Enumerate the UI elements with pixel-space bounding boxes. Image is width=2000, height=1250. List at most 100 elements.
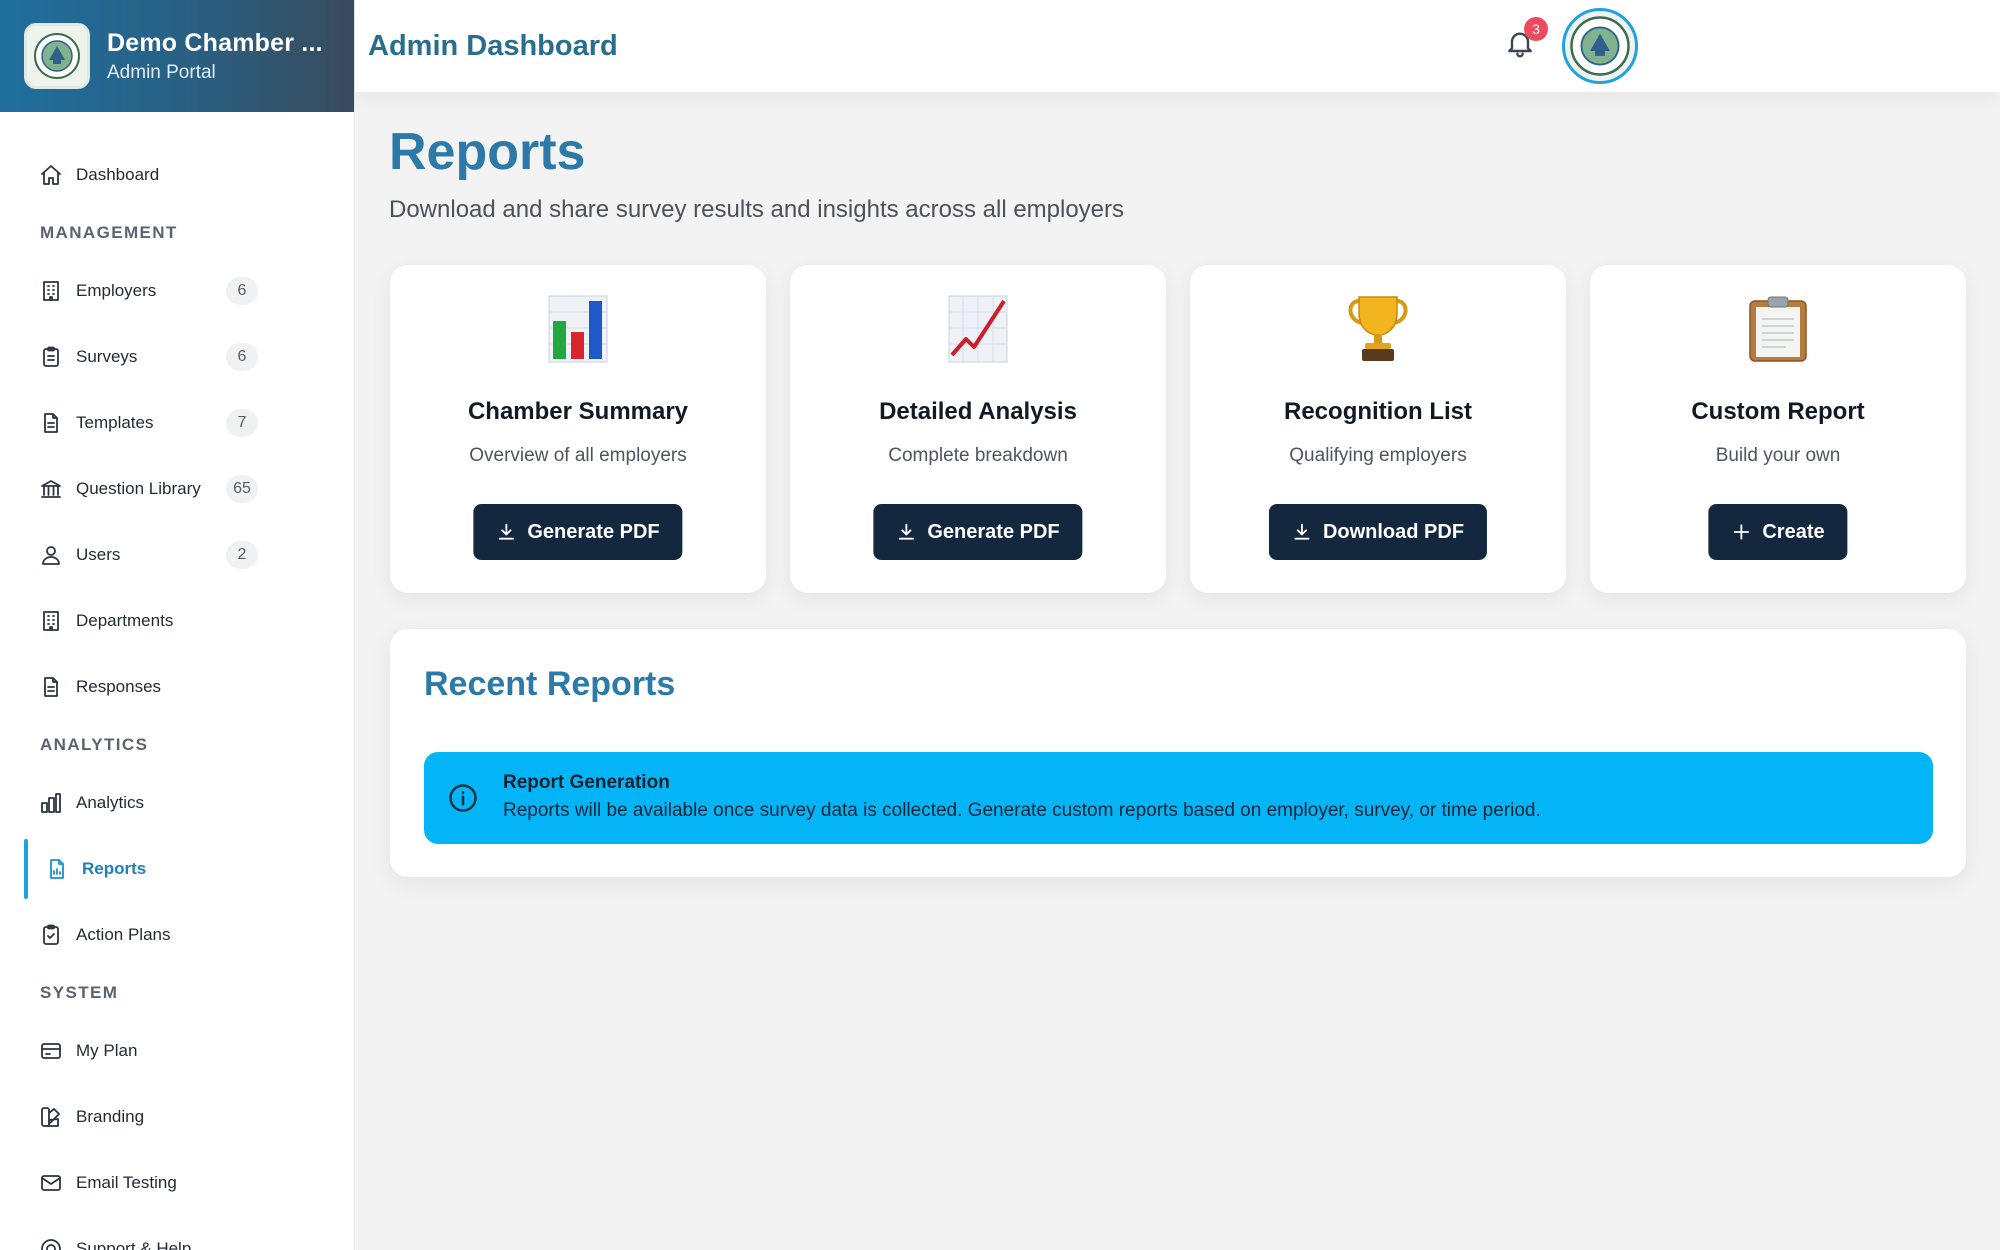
chamber-logo (24, 23, 90, 89)
report-icon (44, 856, 70, 882)
info-icon (448, 783, 478, 813)
mail-icon (38, 1170, 64, 1196)
recent-reports-title: Recent Reports (424, 665, 676, 703)
report-card-recognition-list: Recognition List Qualifying employers Do… (1190, 265, 1566, 593)
download-icon (498, 523, 514, 540)
report-card-custom-report: Custom Report Build your own Create (1590, 265, 1966, 593)
sidebar-item-label: Reports (82, 859, 147, 878)
card-title: Chamber Summary (467, 398, 689, 425)
bar-chart-emoji-icon (390, 295, 766, 363)
section-management: MANAGEMENT (40, 223, 178, 242)
page-title: Reports (389, 123, 586, 181)
clipboard-emoji-icon (1590, 295, 1966, 363)
home-icon (38, 162, 64, 188)
sidebar: Demo Chamber ... Admin Portal Dashboard … (0, 0, 355, 1250)
clipboard-check-icon (38, 922, 64, 948)
sidebar-item-label: Support & Help (76, 1239, 192, 1250)
sidebar-item-label: Dashboard (76, 165, 160, 184)
sidebar-item-templates[interactable]: Templates 7 (0, 390, 354, 456)
button-label: Generate PDF (927, 520, 1060, 543)
card-title: Recognition List (1284, 398, 1472, 425)
sidebar-item-support[interactable]: Support & Help (0, 1216, 354, 1250)
trophy-emoji-icon (1190, 295, 1566, 363)
document-icon (38, 674, 64, 700)
building-icon (38, 278, 64, 304)
count-badge: 65 (226, 475, 258, 503)
trend-up-emoji-icon (790, 295, 1166, 363)
count-badge: 7 (226, 409, 258, 437)
sidebar-item-dashboard[interactable]: Dashboard (0, 142, 354, 208)
brand-title: Demo Chamber ... (107, 28, 323, 57)
user-avatar[interactable] (1562, 8, 1638, 84)
count-badge: 2 (226, 541, 258, 569)
card-subtitle: Qualifying employers (1289, 445, 1467, 466)
sidebar-item-label: Templates (76, 413, 154, 432)
sidebar-item-label: Question Library (76, 479, 201, 498)
card-subtitle: Complete breakdown (888, 445, 1068, 466)
sidebar-item-responses[interactable]: Responses (0, 654, 354, 720)
bell-icon (1504, 32, 1536, 63)
sidebar-item-my-plan[interactable]: My Plan (0, 1018, 354, 1084)
sidebar-item-label: Branding (76, 1107, 145, 1126)
palette-icon (38, 1104, 64, 1130)
button-label: Download PDF (1322, 520, 1465, 543)
sidebar-item-question-library[interactable]: Question Library 65 (0, 456, 354, 522)
credit-card-icon (38, 1038, 64, 1064)
sidebar-item-employers[interactable]: Employers 6 (0, 258, 354, 324)
page-subtitle: Download and share survey results and in… (389, 196, 1125, 223)
sidebar-item-action-plans[interactable]: Action Plans (0, 902, 354, 968)
sidebar-item-analytics[interactable]: Analytics (0, 770, 354, 836)
sidebar-item-users[interactable]: Users 2 (0, 522, 354, 588)
sidebar-item-label: Email Testing (76, 1173, 177, 1192)
card-subtitle: Overview of all employers (469, 445, 687, 466)
brand-header[interactable]: Demo Chamber ... Admin Portal (0, 0, 354, 112)
download-icon (1294, 523, 1310, 540)
sidebar-item-label: Users (76, 545, 121, 564)
notification-count-badge: 3 (1524, 17, 1548, 41)
top-bar: Admin Dashboard (355, 0, 2000, 92)
download-pdf-button[interactable]: Download PDF (1268, 504, 1488, 560)
button-label: Generate PDF (527, 520, 660, 543)
sidebar-item-label: Action Plans (76, 925, 171, 944)
sidebar-nav: Dashboard MANAGEMENT Employers 6 Surveys… (0, 112, 354, 1250)
card-title: Detailed Analysis (879, 398, 1077, 425)
sidebar-item-branding[interactable]: Branding (0, 1084, 354, 1150)
section-system: SYSTEM (40, 983, 119, 1002)
card-title: Custom Report (1691, 398, 1865, 425)
sidebar-item-email-testing[interactable]: Email Testing (0, 1150, 354, 1216)
sidebar-item-label: Departments (76, 611, 174, 630)
building-icon (38, 608, 64, 634)
button-label: Create (1762, 520, 1825, 543)
report-card-detailed-analysis: Detailed Analysis Complete breakdown Gen… (790, 265, 1166, 593)
count-badge: 6 (226, 277, 258, 305)
download-icon (898, 523, 914, 540)
sidebar-item-label: Analytics (76, 793, 145, 812)
generate-pdf-button[interactable]: Generate PDF (873, 504, 1083, 560)
count-badge: 6 (226, 343, 258, 371)
sidebar-item-label: Responses (76, 677, 162, 696)
sidebar-item-reports[interactable]: Reports (0, 836, 354, 902)
card-subtitle: Build your own (1715, 445, 1841, 466)
document-icon (38, 410, 64, 436)
generate-pdf-button[interactable]: Generate PDF (473, 504, 683, 560)
brand-subtitle: Admin Portal (107, 61, 216, 83)
help-icon (38, 1236, 64, 1250)
sidebar-item-label: My Plan (76, 1041, 138, 1060)
plus-icon (1733, 524, 1749, 540)
clipboard-icon (38, 344, 64, 370)
users-icon (38, 542, 64, 568)
report-card-chamber-summary: Chamber Summary Overview of all employer… (390, 265, 766, 593)
alert-text: Reports will be available once survey da… (503, 800, 1541, 821)
recent-reports-panel: Recent Reports Report Generation Reports… (390, 629, 1966, 877)
header-title: Admin Dashboard (368, 29, 618, 62)
sidebar-item-label: Employers (76, 281, 157, 300)
create-report-button[interactable]: Create (1708, 504, 1848, 560)
sidebar-item-label: Surveys (76, 347, 138, 366)
section-analytics: ANALYTICS (40, 735, 149, 754)
sidebar-item-departments[interactable]: Departments (0, 588, 354, 654)
alert-title: Report Generation (503, 772, 670, 793)
bar-chart-icon (38, 790, 64, 816)
info-alert: Report Generation Reports will be availa… (424, 752, 1933, 844)
library-icon (38, 476, 64, 502)
sidebar-item-surveys[interactable]: Surveys 6 (0, 324, 354, 390)
